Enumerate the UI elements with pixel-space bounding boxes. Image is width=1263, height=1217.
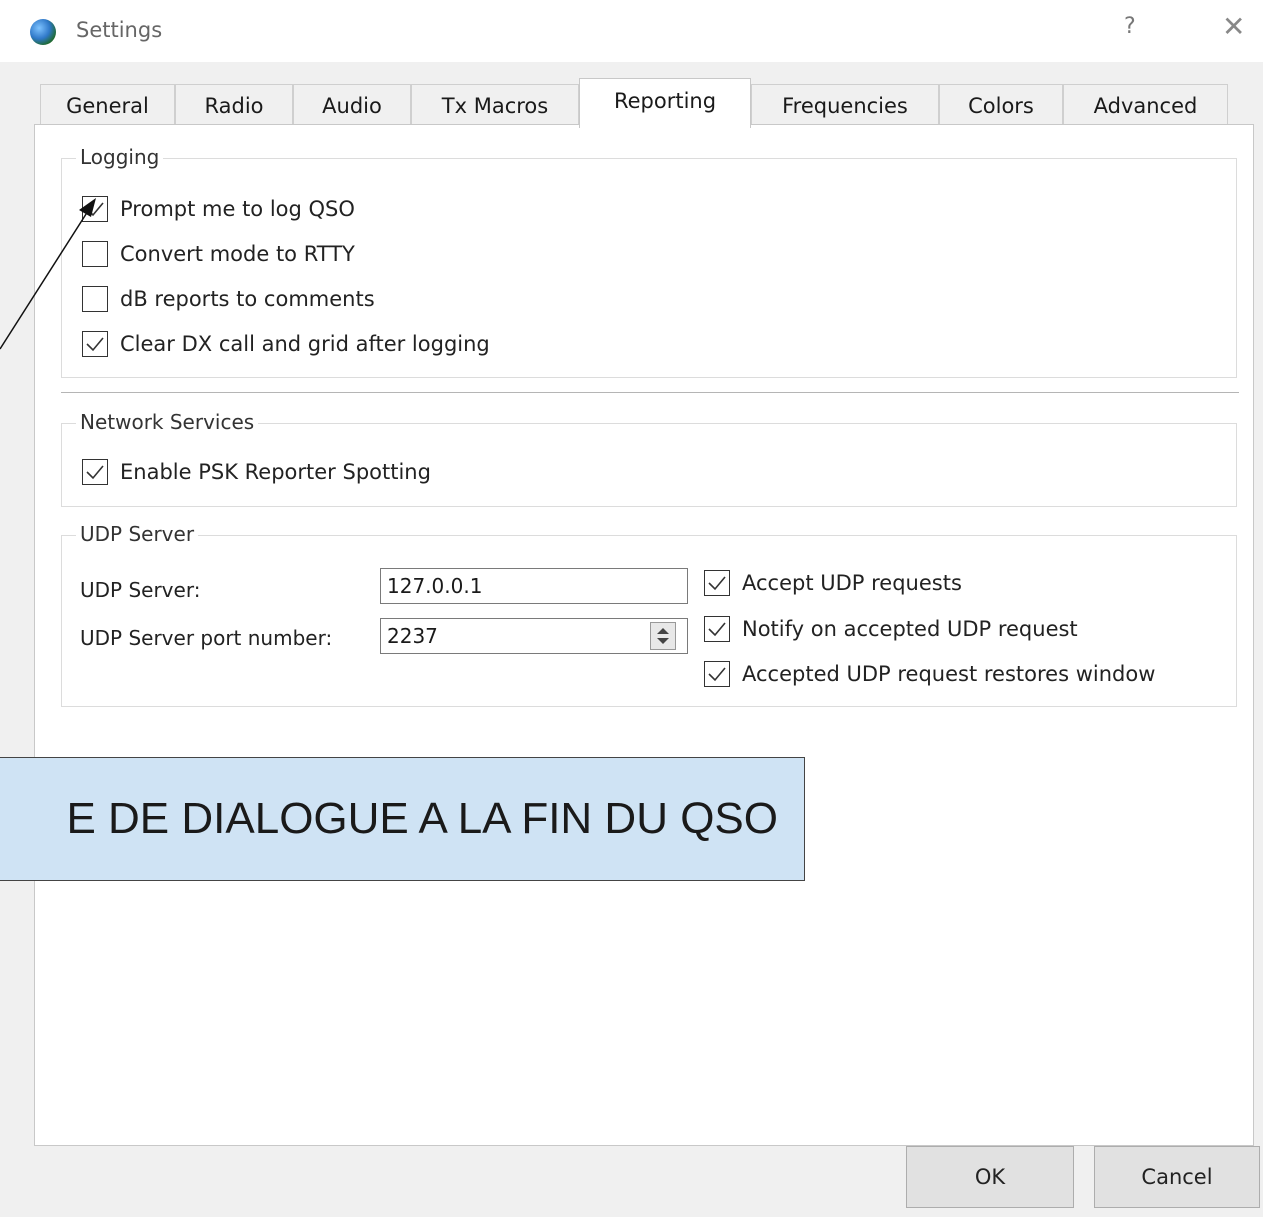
spin-up-icon[interactable]: [657, 628, 669, 634]
udp-port-label: UDP Server port number:: [80, 626, 333, 650]
checkbox-label: dB reports to comments: [120, 287, 375, 311]
tab-tx-macros[interactable]: Tx Macros: [411, 84, 579, 124]
udp-server-label: UDP Server:: [80, 578, 201, 602]
udp-port-input[interactable]: 2237: [380, 618, 688, 654]
ok-button[interactable]: OK: [906, 1146, 1074, 1208]
app-globe-icon: [30, 19, 56, 45]
tab-general[interactable]: General: [40, 84, 175, 124]
checkbox-checked-icon[interactable]: [704, 661, 730, 687]
checkbox-label: Notify on accepted UDP request: [742, 617, 1078, 641]
reporting-panel: Logging Prompt me to log QSO Convert mod…: [34, 124, 1254, 1146]
checkbox-label: Enable PSK Reporter Spotting: [120, 460, 431, 484]
psk-reporter-checkbox[interactable]: Enable PSK Reporter Spotting: [82, 457, 431, 487]
network-group-title: Network Services: [76, 410, 259, 434]
prompt-log-qso-checkbox[interactable]: Prompt me to log QSO: [82, 194, 355, 224]
udp-server-input[interactable]: 127.0.0.1: [380, 568, 688, 604]
port-spinner[interactable]: [650, 622, 676, 650]
checkbox-checked-icon[interactable]: [704, 616, 730, 642]
annotation-callout: E DE DIALOGUE A LA FIN DU QSO: [0, 757, 805, 881]
annotation-text: E DE DIALOGUE A LA FIN DU QSO: [66, 794, 778, 843]
tab-advanced[interactable]: Advanced: [1063, 84, 1228, 124]
tab-bar: General Radio Audio Tx Macros Reporting …: [40, 78, 1228, 128]
checkbox-checked-icon[interactable]: [704, 570, 730, 596]
udp-server-group: UDP Server UDP Server: 127.0.0.1 UDP Ser…: [61, 522, 1237, 707]
restore-window-checkbox[interactable]: Accepted UDP request restores window: [704, 659, 1155, 689]
cancel-button[interactable]: Cancel: [1094, 1146, 1260, 1208]
checkbox-checked-icon[interactable]: [82, 459, 108, 485]
checkbox-label: Accept UDP requests: [742, 571, 962, 595]
checkbox-unchecked-icon[interactable]: [82, 286, 108, 312]
tab-frequencies[interactable]: Frequencies: [751, 84, 939, 124]
checkbox-unchecked-icon[interactable]: [82, 241, 108, 267]
window-title: Settings: [76, 18, 163, 42]
checkbox-checked-icon[interactable]: [82, 331, 108, 357]
notify-udp-checkbox[interactable]: Notify on accepted UDP request: [704, 614, 1078, 644]
udp-group-title: UDP Server: [76, 522, 199, 546]
clear-dx-call-checkbox[interactable]: Clear DX call and grid after logging: [82, 329, 490, 359]
logging-group-title: Logging: [76, 145, 164, 169]
close-icon[interactable]: ✕: [1222, 10, 1245, 43]
tab-radio[interactable]: Radio: [175, 84, 293, 124]
section-divider: [61, 392, 1239, 393]
checkbox-checked-icon[interactable]: [82, 196, 108, 222]
tab-colors[interactable]: Colors: [939, 84, 1063, 124]
spin-down-icon[interactable]: [657, 638, 669, 644]
convert-mode-rtty-checkbox[interactable]: Convert mode to RTTY: [82, 239, 355, 269]
help-button[interactable]: ?: [1124, 14, 1136, 39]
title-bar: Settings ? ✕: [0, 0, 1263, 62]
checkbox-label: Convert mode to RTTY: [120, 242, 355, 266]
logging-group: Logging Prompt me to log QSO Convert mod…: [61, 145, 1237, 378]
tab-audio[interactable]: Audio: [293, 84, 411, 124]
tab-reporting[interactable]: Reporting: [579, 78, 751, 128]
db-reports-comments-checkbox[interactable]: dB reports to comments: [82, 284, 375, 314]
checkbox-label: Accepted UDP request restores window: [742, 662, 1156, 686]
checkbox-label: Prompt me to log QSO: [120, 197, 355, 221]
network-services-group: Network Services Enable PSK Reporter Spo…: [61, 410, 1237, 507]
accept-udp-checkbox[interactable]: Accept UDP requests: [704, 568, 962, 598]
checkbox-label: Clear DX call and grid after logging: [120, 332, 490, 356]
